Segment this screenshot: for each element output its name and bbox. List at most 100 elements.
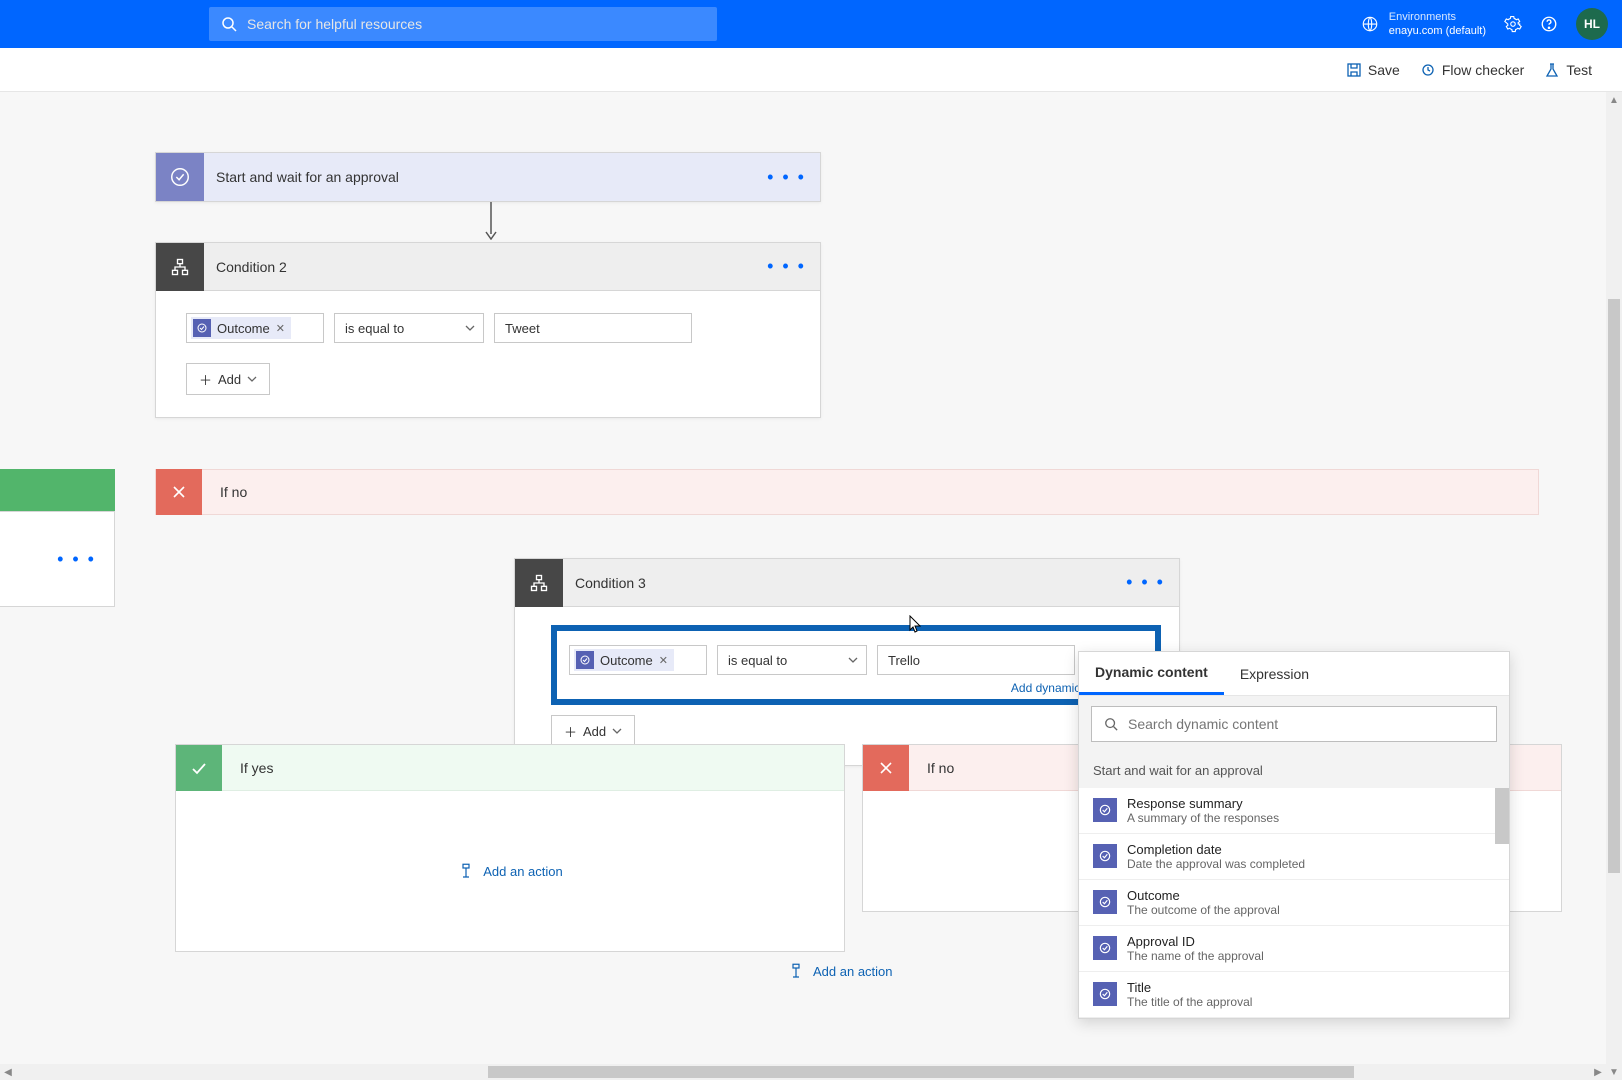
chevron-down-icon [465, 323, 475, 333]
save-button[interactable]: Save [1346, 62, 1400, 78]
search-icon [221, 16, 237, 32]
dynamic-item-desc: The outcome of the approval [1127, 903, 1280, 917]
step-approval-title: Start and wait for an approval [204, 169, 767, 185]
condition-icon [515, 559, 563, 607]
user-avatar[interactable]: HL [1576, 8, 1608, 40]
cond2-operator-select[interactable]: is equal to [334, 313, 484, 343]
dynamic-content-item[interactable]: Completion dateDate the approval was com… [1079, 834, 1509, 880]
help-icon[interactable] [1540, 15, 1558, 33]
cond3-operator-select[interactable]: is equal to [717, 645, 867, 675]
dynamic-item-title: Approval ID [1127, 934, 1264, 949]
tab-dynamic-content[interactable]: Dynamic content [1079, 652, 1224, 695]
add-action-icon [457, 862, 475, 880]
cond2-value-input[interactable] [494, 313, 692, 343]
tab-expression[interactable]: Expression [1224, 652, 1325, 695]
connector-arrow-icon [485, 202, 497, 240]
x-icon [169, 482, 189, 502]
dynamic-content-panel: Dynamic content Expression Start and wai… [1078, 651, 1510, 1019]
vertical-scrollbar[interactable]: ▲ ▼ [1606, 92, 1622, 1080]
add-action-button[interactable]: Add an action [457, 862, 563, 880]
approval-token-icon [1093, 890, 1117, 914]
add-action-button-bottom[interactable]: Add an action [787, 962, 893, 980]
dynamic-content-item[interactable]: Response summaryA summary of the respons… [1079, 788, 1509, 834]
cond2-chip-label: Outcome [217, 321, 270, 336]
environment-icon [1361, 15, 1379, 33]
dynamic-item-desc: A summary of the responses [1127, 811, 1279, 825]
dynamic-content-search-input[interactable] [1128, 716, 1484, 732]
mouse-cursor-icon [909, 615, 923, 633]
dynamic-item-desc: Date the approval was completed [1127, 857, 1305, 871]
chip-remove-icon[interactable]: ✕ [659, 654, 668, 667]
top-bar: Environments enayu.com (default) HL [0, 0, 1622, 48]
flow-canvas[interactable]: Start and wait for an approval • • • Con… [0, 92, 1622, 1080]
step-condition-3-menu[interactable]: • • • [1126, 572, 1165, 593]
plus-icon: ＋ [564, 722, 577, 741]
dynamic-item-title: Response summary [1127, 796, 1279, 811]
editor-toolbar: Save Flow checker Test [0, 48, 1622, 92]
add-dynamic-content-link[interactable]: Add dynamic content + [569, 681, 1143, 695]
approval-token-icon [1093, 982, 1117, 1006]
search-icon [1104, 717, 1118, 731]
dynamic-list-scrollbar[interactable] [1495, 788, 1509, 844]
cond3-add-button[interactable]: ＋ Add [551, 715, 635, 747]
test-button[interactable]: Test [1544, 62, 1592, 78]
global-search[interactable] [209, 7, 717, 41]
chip-remove-icon[interactable]: ✕ [276, 322, 285, 335]
x-icon [876, 758, 896, 778]
cond3-value-input[interactable] [877, 645, 1075, 675]
dynamic-item-desc: The name of the approval [1127, 949, 1264, 963]
flask-icon [1544, 62, 1560, 78]
environment-picker[interactable]: Environments enayu.com (default) [1361, 10, 1486, 38]
dynamic-content-item[interactable]: Approval IDThe name of the approval [1079, 926, 1509, 972]
scroll-right-icon[interactable]: ▶ [1590, 1064, 1606, 1080]
add-action-icon [787, 962, 805, 980]
dynamic-content-list[interactable]: Response summaryA summary of the respons… [1079, 788, 1509, 1018]
step-approval[interactable]: Start and wait for an approval • • • [155, 152, 821, 202]
dynamic-item-title: Title [1127, 980, 1252, 995]
step-condition-3-title: Condition 3 [563, 575, 1126, 591]
dynamic-item-title: Completion date [1127, 842, 1305, 857]
dynamic-content-item[interactable]: OutcomeThe outcome of the approval [1079, 880, 1509, 926]
save-icon [1346, 62, 1362, 78]
chevron-down-icon [848, 655, 858, 665]
branch-yes-partial: • • • [0, 469, 115, 607]
condition-icon [156, 243, 204, 291]
cond3-if-no-label: If no [927, 760, 954, 776]
flow-checker-button[interactable]: Flow checker [1420, 62, 1524, 78]
dynamic-item-title: Outcome [1127, 888, 1280, 903]
cond3-left-operand[interactable]: Outcome ✕ [569, 645, 707, 675]
scroll-left-icon[interactable]: ◀ [0, 1064, 16, 1080]
cond3-highlight: Outcome ✕ is equal to Add dynamic conten… [551, 625, 1161, 705]
check-icon [189, 758, 209, 778]
scroll-up-icon[interactable]: ▲ [1606, 92, 1622, 108]
checker-icon [1420, 62, 1436, 78]
step-condition-2-menu[interactable]: • • • [767, 256, 806, 277]
step-condition-2[interactable]: Condition 2 • • • Outcome ✕ is equal to [155, 242, 821, 418]
cond3-if-yes-label: If yes [240, 760, 273, 776]
horizontal-scrollbar[interactable]: ◀ ▶ [0, 1064, 1606, 1080]
dynamic-item-desc: The title of the approval [1127, 995, 1252, 1009]
approval-token-icon [1093, 936, 1117, 960]
approval-icon [156, 153, 204, 201]
dynamic-content-search[interactable] [1091, 706, 1497, 742]
cond3-chip-label: Outcome [600, 653, 653, 668]
step-condition-2-title: Condition 2 [204, 259, 767, 275]
chevron-down-icon [247, 374, 257, 384]
cond2-left-operand[interactable]: Outcome ✕ [186, 313, 324, 343]
approval-token-icon [1093, 798, 1117, 822]
plus-icon: ＋ [199, 370, 212, 389]
approval-token-icon [1093, 844, 1117, 868]
partial-card-menu[interactable]: • • • [57, 549, 96, 570]
branch-if-no[interactable]: If no [155, 469, 1539, 515]
environment-label: Environments [1389, 10, 1486, 24]
dynamic-content-item[interactable]: TitleThe title of the approval [1079, 972, 1509, 1018]
cond3-branch-if-yes[interactable]: If yes Add an action [175, 744, 845, 952]
settings-icon[interactable] [1504, 15, 1522, 33]
dynamic-content-group-header: Start and wait for an approval [1079, 752, 1509, 788]
chevron-down-icon [612, 726, 622, 736]
step-approval-menu[interactable]: • • • [767, 167, 806, 188]
global-search-input[interactable] [247, 16, 705, 32]
cond2-add-button[interactable]: ＋ Add [186, 363, 270, 395]
scroll-down-icon[interactable]: ▼ [1606, 1064, 1622, 1080]
environment-value: enayu.com (default) [1389, 24, 1486, 38]
